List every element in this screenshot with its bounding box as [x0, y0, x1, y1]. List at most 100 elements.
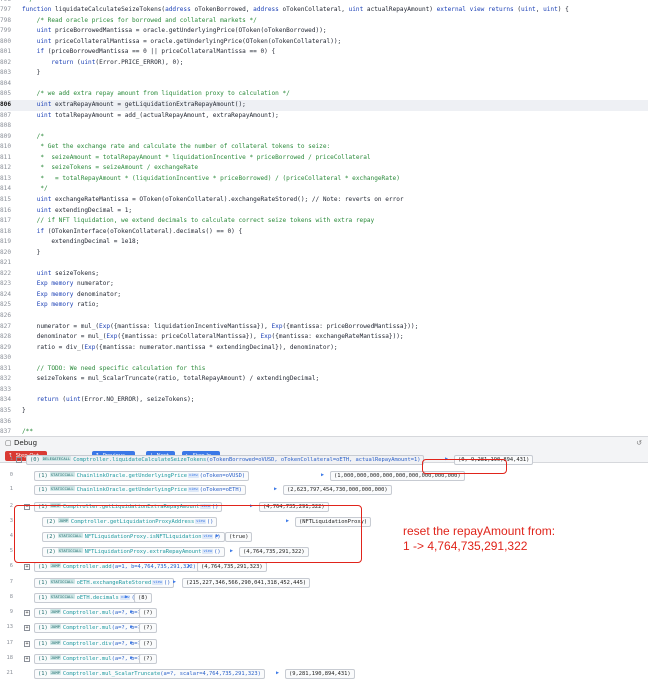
- line-number: 807: [0, 111, 12, 119]
- code-line: 811 * seizeAmount = totalRepayAmount * l…: [0, 153, 648, 164]
- return-value: (8): [134, 592, 152, 603]
- call-depth: (1): [38, 655, 48, 662]
- code-text: */: [22, 0, 33, 3]
- collapse-toggle-icon[interactable]: −: [16, 456, 22, 463]
- code-text: denominator = mul_(Exp({mantissa: priceC…: [22, 333, 404, 341]
- callee-name[interactable]: ChainlinkOracle.getUnderlyingPrice: [77, 487, 187, 493]
- line-number: 837: [0, 428, 12, 436]
- code-line: 798 /* Read oracle prices for borrowed a…: [0, 16, 648, 27]
- line-number: 811: [0, 153, 12, 161]
- collapse-icon[interactable]: ↺: [636, 437, 642, 449]
- trace-row[interactable]: 21 (1) JUMP Comptroller.mul_ScalarTruncate(…: [0, 668, 648, 679]
- code-line: 812 * seizeTokens = seizeAmount / exchan…: [0, 163, 648, 174]
- call-arguments: (oToken=oVUSD): [199, 472, 246, 479]
- trace-row-number: 9: [9, 609, 13, 615]
- callee-name[interactable]: Comptroller.liquidateCalculateSeizeToken…: [73, 457, 206, 463]
- line-number: 799: [0, 27, 12, 35]
- call-depth: (0): [30, 456, 40, 463]
- annotation-line-1: reset the repayAmount from:: [403, 524, 556, 538]
- callee-name[interactable]: oETH.decimals: [77, 595, 119, 601]
- code-text: uint extendingDecimal = 1;: [36, 206, 133, 214]
- code-text: Exp memory denominator;: [36, 290, 122, 298]
- call-depth: (1): [38, 594, 48, 601]
- return-value: (?): [139, 653, 157, 664]
- return-arrow-icon: ▶: [321, 472, 325, 478]
- line-number: 825: [0, 301, 12, 309]
- trace-row-number: 17: [6, 640, 14, 646]
- call-arguments: (): [163, 579, 171, 586]
- return-arrow-icon: ▶: [274, 486, 278, 492]
- line-number: 829: [0, 343, 12, 351]
- code-line: 818 if (OTokenInterface(oTokenCollateral…: [0, 227, 648, 238]
- callee-name[interactable]: ChainlinkOracle.getUnderlyingPrice: [77, 473, 187, 479]
- expand-toggle-icon[interactable]: +: [24, 624, 30, 631]
- callee-name[interactable]: Comptroller.div: [63, 641, 112, 647]
- trace-row[interactable]: 17 + (1) JUMP Comptroller.div(a=?, b=?) ▶ (?): [0, 638, 648, 649]
- call-arguments: (a=1, b=4,764,735,291,322): [111, 563, 196, 570]
- trace-call[interactable]: (1) JUMP Comptroller.mul_ScalarTruncate(a=…: [34, 668, 265, 679]
- expand-toggle-icon[interactable]: +: [24, 655, 30, 662]
- trace-call[interactable]: (1) JUMP Comptroller.add(a=1, b=4,764,735,…: [34, 561, 200, 572]
- debug-panel-title: Debug: [14, 439, 38, 447]
- code-text: uint exchangeRateMantissa = OToken(oToke…: [36, 195, 404, 203]
- trace-row-number: 13: [6, 624, 14, 630]
- code-text: Exp memory ratio;: [36, 301, 100, 309]
- trace-call[interactable]: (0) DELEGATECALL Comptroller.liquidateCalc…: [26, 454, 425, 465]
- code-text: * seizeAmount = totalRepayAmount * liqui…: [22, 153, 371, 161]
- callee-name[interactable]: Comptroller.mul_ScalarTruncate: [63, 671, 160, 677]
- code-line: 816 uint extendingDecimal = 1;: [0, 206, 648, 217]
- return-arrow-icon: ▶: [276, 670, 280, 676]
- call-arguments: (oToken=oETH): [199, 486, 242, 493]
- trace-row[interactable]: 0 (1) STATICCALL ChainlinkOracle.getUnderly…: [0, 470, 648, 481]
- trace-row[interactable]: 8(1)STATICCALLoETH.decimalsview()▶(8): [0, 592, 648, 603]
- trace-row[interactable]: 1− (0) DELEGATECALL Comptroller.liquidateCa…: [0, 454, 648, 465]
- line-number: 821: [0, 259, 12, 267]
- trace-row-number: 4: [9, 533, 13, 539]
- trace-row[interactable]: 7 (1) STATICCALL oETH.exchangeRateStored vie…: [0, 577, 648, 588]
- expand-toggle-icon[interactable]: +: [24, 609, 30, 616]
- trace-row[interactable]: 18 + (1) JUMP Comptroller.mul(a=?, b=?) ▶ (?): [0, 653, 648, 664]
- opcode-badge: STATICCALL: [49, 593, 75, 599]
- call-arguments: (oTokenBorrowed=oVUSD, oTokenCollateral=…: [206, 456, 421, 463]
- trace-call[interactable]: (1) STATICCALL ChainlinkOracle.getUnderlyi…: [34, 470, 250, 481]
- line-number: 836: [0, 417, 12, 425]
- view-modifier-badge: view: [152, 579, 163, 585]
- trace-call[interactable]: (1) STATICCALL ChainlinkOracle.getUnderlyi…: [34, 484, 246, 495]
- code-line: 801 if (priceBorrowedMantissa == 0 || pr…: [0, 47, 648, 58]
- code-line: 837 /**: [0, 427, 648, 436]
- line-number: 797: [0, 6, 12, 14]
- return-value: (?): [139, 622, 157, 633]
- line-number: 823: [0, 280, 12, 288]
- expand-toggle-icon[interactable]: +: [24, 640, 30, 647]
- trace-row[interactable]: 9 + (1) JUMP Comptroller.mul(a=?, b=?) ▶ (?): [0, 607, 648, 618]
- opcode-badge: JUMP: [49, 639, 61, 645]
- expand-toggle-icon[interactable]: +: [24, 563, 30, 570]
- line-number: 809: [0, 132, 12, 140]
- call-arguments: (a=?, scalar=4,764,735,291,323): [160, 670, 261, 677]
- return-arrow-icon: ▶: [130, 655, 134, 661]
- trace-row[interactable]: 13 + (1) JUMP Comptroller.mul(a=?, b=?) ▶ (?): [0, 622, 648, 633]
- line-number: 800: [0, 37, 12, 45]
- code-text: /* Read oracle prices for borrowed and c…: [22, 16, 257, 24]
- callee-name[interactable]: Comptroller.add: [63, 564, 112, 570]
- code-text: return (uint(Error.NO_ERROR), seizeToken…: [36, 396, 195, 404]
- trace-call[interactable]: (1) STATICCALL oETH.exchangeRateStored view…: [34, 577, 175, 588]
- code-line: 828 denominator = mul_(Exp({mantissa: pr…: [0, 332, 648, 343]
- callee-name[interactable]: Comptroller.mul: [63, 656, 112, 662]
- code-line: 813 * = totalRepayAmount * (liquidationI…: [0, 174, 648, 185]
- trace-row[interactable]: 1 (1) STATICCALL ChainlinkOracle.getUnderly…: [0, 484, 648, 495]
- return-value: (4,764,735,291,323): [197, 561, 267, 572]
- code-text: * seizeTokens = seizeAmount / exchangeRa…: [22, 164, 199, 172]
- callee-name[interactable]: Comptroller.mul: [63, 625, 112, 631]
- line-number: 804: [0, 79, 12, 87]
- code-line: 797 function liquidateCalculateSeizeToken…: [0, 5, 648, 16]
- opcode-badge: STATICCALL: [49, 471, 75, 477]
- code-line: 835}: [0, 406, 648, 417]
- code-line: 805 /* we add extra repay amount from li…: [0, 89, 648, 100]
- return-arrow-icon: ▶: [125, 594, 129, 600]
- callee-name[interactable]: oETH.exchangeRateStored: [77, 580, 152, 586]
- line-number: 833: [0, 385, 12, 393]
- code-text: Exp memory numerator;: [36, 280, 114, 288]
- line-number: 835: [0, 406, 12, 414]
- callee-name[interactable]: Comptroller.mul: [63, 610, 112, 616]
